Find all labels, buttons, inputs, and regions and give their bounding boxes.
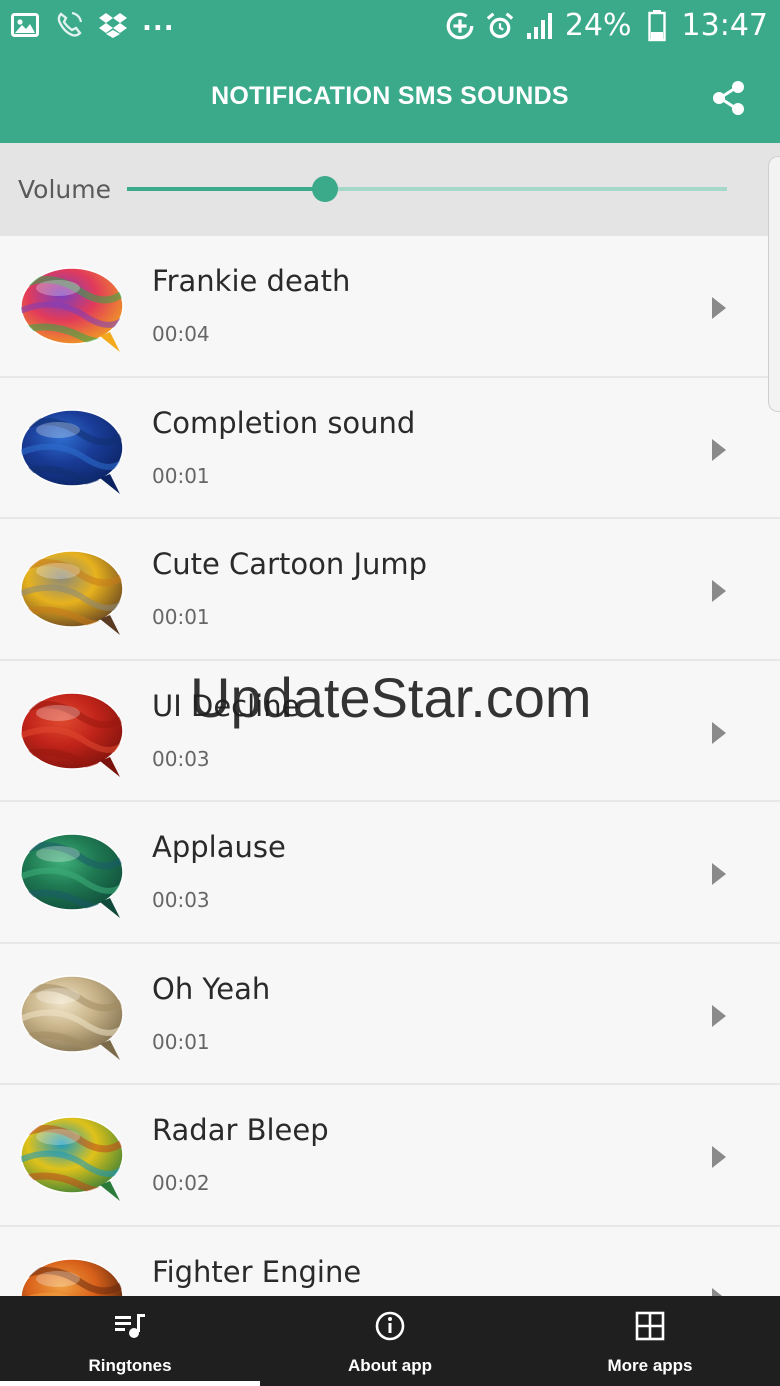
sound-thumbnail	[20, 691, 124, 777]
battery-icon	[642, 9, 672, 41]
sound-thumbnail	[20, 267, 124, 352]
scrollbar[interactable]	[768, 156, 780, 412]
sound-duration: 00:04	[152, 322, 210, 346]
sound-duration: 00:03	[152, 746, 210, 771]
sound-thumbnail	[20, 1116, 124, 1201]
battery-percent: 24%	[564, 8, 632, 43]
sound-title: Fighter Engine	[152, 1254, 362, 1289]
sound-title: Completion sound	[152, 405, 416, 440]
app-bar: NOTIFICATION SMS SOUNDS	[0, 56, 780, 143]
sound-thumbnail	[20, 974, 124, 1060]
play-icon[interactable]	[704, 1000, 730, 1032]
nav-more-apps[interactable]: More apps	[520, 1296, 780, 1386]
sound-row[interactable]: Frankie death 00:04	[0, 236, 780, 378]
more-notifications-dots: ...	[142, 7, 175, 37]
data-saver-icon	[445, 11, 475, 41]
bottom-navigation: Ringtones About app More apps	[0, 1296, 780, 1386]
nav-label-more-apps: More apps	[607, 1356, 693, 1375]
info-icon	[375, 1311, 405, 1341]
sound-row[interactable]: Oh Yeah 00:01	[0, 943, 780, 1085]
sound-title: Frankie death	[152, 264, 351, 298]
sound-row[interactable]: Fighter Engine	[0, 1226, 780, 1297]
volume-slider-fill	[127, 187, 325, 191]
volume-slider-thumb[interactable]	[312, 176, 338, 202]
sound-thumbnail	[20, 408, 124, 494]
sound-duration: 00:01	[152, 1029, 210, 1054]
nav-about-app[interactable]: About app	[260, 1296, 520, 1386]
active-tab-indicator	[0, 1381, 260, 1386]
watermark: UpdateStar.com	[190, 666, 592, 729]
dropbox-icon	[98, 10, 128, 40]
sound-title: Cute Cartoon Jump	[152, 547, 428, 581]
signal-icon	[525, 11, 555, 41]
image-icon	[10, 10, 40, 40]
sound-duration: 00:03	[152, 888, 210, 912]
call-icon	[54, 10, 84, 40]
play-icon[interactable]	[704, 858, 730, 890]
sound-duration: 00:01	[152, 605, 210, 629]
sound-thumbnail	[20, 833, 124, 918]
playlist-icon	[115, 1314, 145, 1338]
status-bar-notifications: ...	[10, 7, 175, 40]
play-icon[interactable]	[704, 575, 730, 607]
play-icon[interactable]	[704, 717, 730, 749]
sound-duration: 00:01	[152, 463, 210, 488]
sound-thumbnail	[20, 550, 124, 635]
status-bar-system: 24% 13:47	[445, 8, 768, 43]
nav-label-about-app: About app	[347, 1356, 433, 1375]
volume-label: Volume	[18, 175, 111, 204]
alarm-icon	[485, 11, 515, 41]
sound-row[interactable]: Applause 00:03	[0, 802, 780, 944]
status-bar: ... 24% 13:47	[0, 0, 780, 56]
nav-ringtones[interactable]: Ringtones	[0, 1296, 260, 1386]
sound-row[interactable]: Cute Cartoon Jump 00:01	[0, 519, 780, 661]
sound-title: Applause	[152, 830, 286, 864]
play-icon[interactable]	[704, 1141, 730, 1173]
clock: 13:47	[681, 8, 768, 43]
page-title: NOTIFICATION SMS SOUNDS	[211, 82, 569, 110]
play-icon[interactable]	[704, 1283, 730, 1297]
grid-icon	[635, 1311, 665, 1341]
sound-duration: 00:02	[152, 1171, 210, 1195]
sound-list: Frankie death 00:04 Completion sound 00:01 C…	[0, 236, 780, 1296]
sound-thumbnail	[20, 1257, 124, 1296]
share-button[interactable]	[712, 80, 746, 116]
share-icon	[713, 81, 744, 115]
nav-label-ringtones: Ringtones	[88, 1356, 172, 1375]
play-icon[interactable]	[704, 434, 730, 466]
sound-row[interactable]: Completion sound 00:01	[0, 377, 780, 519]
sound-title: Radar Bleep	[152, 1113, 329, 1147]
sound-title: Oh Yeah	[152, 971, 271, 1006]
play-icon[interactable]	[704, 292, 730, 324]
sound-row[interactable]: Radar Bleep 00:02	[0, 1085, 780, 1227]
